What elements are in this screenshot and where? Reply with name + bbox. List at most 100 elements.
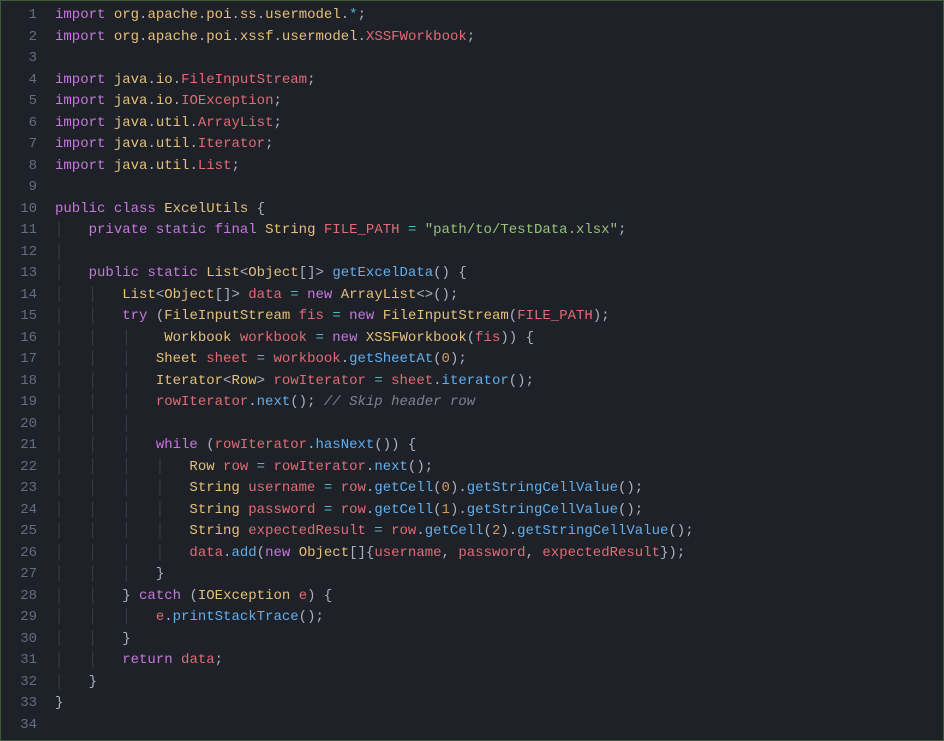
token-pun bbox=[198, 265, 206, 281]
token-pkg: io bbox=[156, 72, 173, 88]
code-line[interactable]: │ │ │ │ String password = row.getCell(1)… bbox=[55, 500, 939, 522]
code-line[interactable]: } bbox=[55, 693, 939, 715]
line-number: 11 bbox=[5, 220, 37, 242]
code-line[interactable]: │ } bbox=[55, 672, 939, 694]
code-line[interactable]: import java.util.List; bbox=[55, 156, 939, 178]
token-fn: getCell bbox=[425, 523, 484, 539]
code-line[interactable]: │ │ │ e.printStackTrace(); bbox=[55, 607, 939, 629]
token-type: String bbox=[189, 480, 239, 496]
code-line[interactable]: public class ExcelUtils { bbox=[55, 199, 939, 221]
token-pun: []{ bbox=[349, 545, 374, 561]
token-pun bbox=[105, 7, 113, 23]
code-line[interactable]: import java.util.ArrayList; bbox=[55, 113, 939, 135]
code-line[interactable]: │ │ │ │ String username = row.getCell(0)… bbox=[55, 478, 939, 500]
token-fn: iterator bbox=[442, 373, 509, 389]
token-guide: │ bbox=[55, 265, 89, 281]
token-pkg: util bbox=[156, 158, 190, 174]
token-num: 0 bbox=[442, 480, 450, 496]
token-type: List bbox=[206, 265, 240, 281]
code-line[interactable]: import java.util.Iterator; bbox=[55, 134, 939, 156]
line-number: 20 bbox=[5, 414, 37, 436]
code-line[interactable]: import java.io.IOException; bbox=[55, 91, 939, 113]
line-number: 17 bbox=[5, 349, 37, 371]
line-number: 23 bbox=[5, 478, 37, 500]
code-line[interactable]: │ │ │ │ Row row = rowIterator.next(); bbox=[55, 457, 939, 479]
code-line[interactable]: │ │ │ Workbook workbook = new XSSFWorkbo… bbox=[55, 328, 939, 350]
token-pun: (); bbox=[668, 523, 693, 539]
token-pun: )) { bbox=[500, 330, 534, 346]
token-pun: } bbox=[156, 566, 164, 582]
code-line[interactable]: import org.apache.poi.xssf.usermodel.XSS… bbox=[55, 27, 939, 49]
code-line[interactable]: │ │ return data; bbox=[55, 650, 939, 672]
code-line[interactable]: │ public static List<Object[]> getExcelD… bbox=[55, 263, 939, 285]
token-kw: public bbox=[89, 265, 139, 281]
token-type: String bbox=[265, 222, 315, 238]
token-type: Row bbox=[231, 373, 256, 389]
code-line[interactable]: │ │ │ │ String expectedResult = row.getC… bbox=[55, 521, 939, 543]
token-fn: add bbox=[231, 545, 256, 561]
token-pun bbox=[231, 330, 239, 346]
code-line[interactable]: import org.apache.poi.ss.usermodel.*; bbox=[55, 5, 939, 27]
code-line[interactable]: │ │ │ Sheet sheet = workbook.getSheetAt(… bbox=[55, 349, 939, 371]
token-pun bbox=[105, 115, 113, 131]
code-line[interactable]: │ │ │ Iterator<Row> rowIterator = sheet.… bbox=[55, 371, 939, 393]
token-var: rowIterator bbox=[273, 459, 365, 475]
token-pun bbox=[215, 459, 223, 475]
code-line[interactable]: │ │ │ } bbox=[55, 564, 939, 586]
token-pun: < bbox=[156, 287, 164, 303]
token-pun: ( bbox=[257, 545, 265, 561]
code-line[interactable]: │ │ List<Object[]> data = new ArrayList<… bbox=[55, 285, 939, 307]
code-line[interactable]: │ │ │ while (rowIterator.hasNext()) { bbox=[55, 435, 939, 457]
token-type: List bbox=[122, 287, 156, 303]
token-pkg: util bbox=[156, 136, 190, 152]
token-const: FILE_PATH bbox=[324, 222, 400, 238]
token-kw: new bbox=[307, 287, 332, 303]
token-var: e bbox=[299, 588, 307, 604]
token-pun: ; bbox=[215, 652, 223, 668]
code-line[interactable] bbox=[55, 48, 939, 70]
token-pun bbox=[332, 480, 340, 496]
code-line[interactable]: │ │ } catch (IOException e) { bbox=[55, 586, 939, 608]
code-line[interactable]: │ │ try (FileInputStream fis = new FileI… bbox=[55, 306, 939, 328]
token-guide: │ bbox=[55, 674, 89, 690]
token-pun: ; bbox=[265, 136, 273, 152]
code-line[interactable]: │ private static final String FILE_PATH … bbox=[55, 220, 939, 242]
code-line[interactable]: │ │ │ rowIterator.next(); // Skip header… bbox=[55, 392, 939, 414]
code-editor[interactable]: 1234567891011121314151617181920212223242… bbox=[5, 5, 939, 736]
token-dot: . bbox=[416, 523, 424, 539]
token-pun bbox=[257, 222, 265, 238]
token-kw: import bbox=[55, 93, 105, 109]
code-line[interactable]: │ │ } bbox=[55, 629, 939, 651]
token-dot: . bbox=[433, 373, 441, 389]
line-number: 5 bbox=[5, 91, 37, 113]
token-pun bbox=[299, 287, 307, 303]
token-pkg: ss bbox=[240, 7, 257, 23]
token-type: Iterator bbox=[156, 373, 223, 389]
token-pkg: xssf bbox=[240, 29, 274, 45]
token-dot: . bbox=[189, 136, 197, 152]
code-line[interactable]: │ bbox=[55, 242, 939, 264]
code-area[interactable]: import org.apache.poi.ss.usermodel.*;imp… bbox=[55, 5, 939, 736]
token-pun: } bbox=[122, 631, 130, 647]
code-line[interactable] bbox=[55, 177, 939, 199]
token-pkg: org bbox=[114, 29, 139, 45]
code-line[interactable] bbox=[55, 715, 939, 737]
token-fn: hasNext bbox=[315, 437, 374, 453]
token-dot: . bbox=[173, 93, 181, 109]
token-dot: . bbox=[458, 480, 466, 496]
code-line[interactable]: │ │ │ bbox=[55, 414, 939, 436]
line-number: 8 bbox=[5, 156, 37, 178]
token-pun: ( bbox=[433, 502, 441, 518]
line-number: 33 bbox=[5, 693, 37, 715]
token-pun bbox=[315, 502, 323, 518]
token-pun: ; bbox=[307, 72, 315, 88]
code-line[interactable]: │ │ │ │ data.add(new Object[]{username, … bbox=[55, 543, 939, 565]
token-pun: > bbox=[257, 373, 274, 389]
token-pun bbox=[290, 308, 298, 324]
token-pun bbox=[400, 222, 408, 238]
code-line[interactable]: import java.io.FileInputStream; bbox=[55, 70, 939, 92]
line-number: 14 bbox=[5, 285, 37, 307]
token-pun: ( bbox=[181, 588, 198, 604]
line-number: 30 bbox=[5, 629, 37, 651]
token-pun bbox=[173, 652, 181, 668]
